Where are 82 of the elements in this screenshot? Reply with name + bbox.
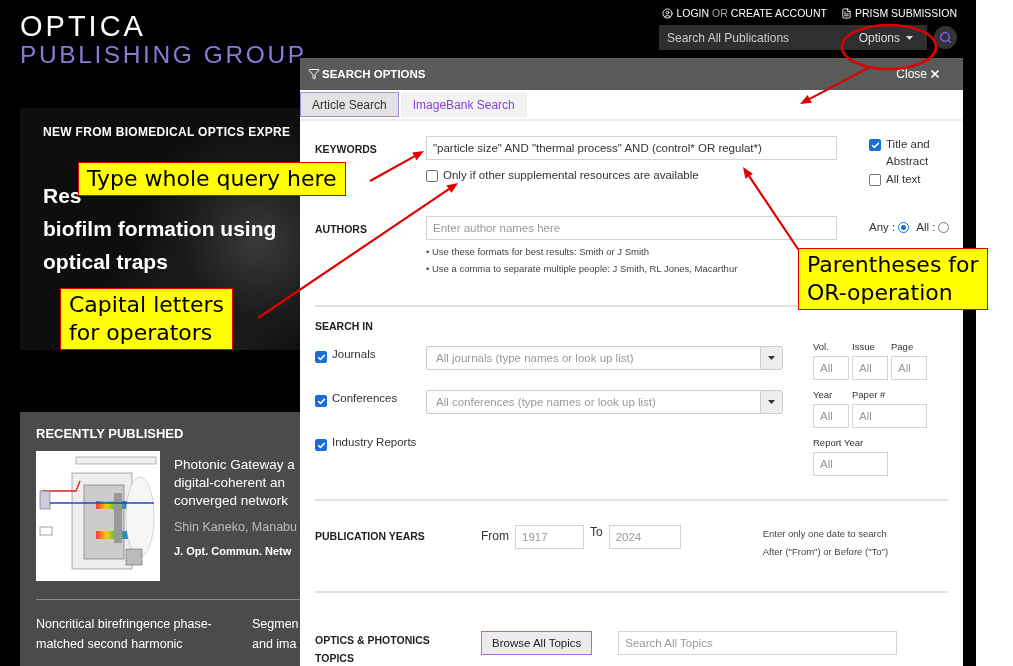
checkbox[interactable]	[869, 139, 881, 151]
year-field[interactable]: 1917	[515, 525, 584, 549]
field-label: Year	[813, 389, 833, 400]
field-label: Report Year	[813, 437, 864, 448]
checkbox-label: Title and Abstract	[886, 137, 931, 169]
source-select[interactable]: All conferences (type names or look up list)	[426, 390, 760, 414]
hint-text: Enter only one date to search	[762, 527, 887, 541]
year-field[interactable]: 2024	[608, 525, 681, 549]
section-label: OPTICS & PHOTONICS TOPICS	[315, 633, 431, 666]
callout: Parentheses for OR-operation	[798, 248, 988, 310]
radio-label: Any :	[869, 221, 896, 233]
article-title[interactable]: matched second harmonic	[36, 634, 183, 654]
callout: Type whole query here	[78, 162, 346, 196]
section-label: PUBLICATION YEARS	[315, 529, 426, 544]
banner-headline: optical traps	[43, 249, 168, 275]
citation-field[interactable]: All	[852, 356, 888, 380]
field-label: Vol.	[813, 341, 829, 352]
authors-field[interactable]: Enter author names here	[426, 216, 837, 240]
tab[interactable]: ImageBank Search	[400, 92, 527, 117]
logo-tagline: PUBLISHING GROUP	[20, 40, 307, 70]
arrow	[800, 67, 869, 104]
citation-field[interactable]: All	[813, 452, 888, 476]
login-link[interactable]: LOGIN OR CREATE ACCOUNT	[662, 7, 827, 19]
callout: Capital letters for operators	[60, 288, 234, 350]
section-heading: RECENTLY PUBLISHED	[36, 426, 184, 441]
checkbox-label: Only if other supplemental resources are available	[443, 168, 699, 183]
article-title[interactable]: Noncritical birefringence phase-	[36, 614, 212, 634]
article-title[interactable]: Photonic Gateway a	[174, 456, 295, 474]
field-label: From	[481, 529, 509, 543]
section-label: SEARCH IN	[315, 319, 373, 332]
caret-icon	[768, 400, 775, 404]
caret-icon	[768, 356, 775, 360]
field-label: To	[590, 525, 603, 539]
search-icon	[939, 31, 952, 44]
tab[interactable]: Article Search	[300, 92, 399, 117]
hint-text: After ("From") or Before ("To")	[762, 545, 889, 559]
checkbox[interactable]	[315, 439, 327, 451]
keywords-field[interactable]: "particle size" AND "thermal process" AND (control* OR regulat*)	[426, 136, 837, 160]
checkbox-label: Conferences	[332, 392, 398, 406]
checkbox-label: All text	[886, 172, 921, 187]
checkbox[interactable]	[315, 351, 327, 363]
field-label: AUTHORS	[315, 222, 367, 237]
dropdown-button[interactable]	[760, 390, 783, 414]
caret-icon	[906, 35, 913, 40]
article-title[interactable]: digital-coherent an	[174, 474, 286, 492]
checkbox-label: Journals	[332, 348, 376, 362]
citation-field[interactable]: All	[813, 356, 849, 380]
checkbox-label: Industry Reports	[332, 436, 417, 450]
logo-wordmark[interactable]: OPTICA	[20, 12, 146, 40]
document-icon	[840, 7, 852, 19]
close-icon	[929, 68, 941, 80]
checkbox[interactable]	[869, 174, 881, 186]
dropdown-button[interactable]	[760, 346, 783, 370]
checkbox[interactable]	[426, 170, 438, 182]
search-button[interactable]	[934, 26, 957, 49]
hint-text: • Use these formats for best results: Smith or J Smith	[426, 245, 649, 259]
submission-link[interactable]: PRISM SUBMISSION	[840, 7, 957, 19]
search-field[interactable]: Search All Publications Options	[659, 25, 927, 50]
article-journal: J. Opt. Commun. Netw	[174, 545, 292, 557]
article-authors: Shin Kaneko, Manabu	[174, 520, 297, 534]
topics-search-field[interactable]: Search All Topics	[618, 631, 898, 655]
user-icon	[662, 7, 674, 19]
banner-kicker: NEW FROM BIOMEDICAL OPTICS EXPRE	[43, 125, 291, 139]
citation-field[interactable]: All	[813, 404, 849, 428]
radio-label: All :	[916, 221, 936, 233]
article-title[interactable]: Segmen	[252, 614, 299, 634]
checkbox[interactable]	[315, 395, 327, 407]
citation-field[interactable]: All	[891, 356, 927, 380]
hint-text: • Use a comma to separate multiple people: J Smith, RL Jones, Macarthur	[426, 262, 738, 276]
close-button[interactable]: Close	[896, 67, 941, 81]
banner-headline: biofilm formation using	[43, 216, 277, 242]
citation-field[interactable]: All	[852, 404, 927, 428]
field-label: Paper #	[852, 389, 886, 400]
article-title[interactable]: and ima	[252, 634, 297, 654]
source-select[interactable]: All journals (type names or look up list)	[426, 346, 760, 370]
options-button[interactable]: Options	[844, 25, 927, 50]
field-label: Page	[891, 341, 914, 352]
panel-title: SEARCH OPTIONS	[322, 68, 426, 80]
filter-icon	[308, 68, 320, 80]
article-title[interactable]: converged network	[174, 492, 289, 510]
field-label: Issue	[852, 341, 875, 352]
browse-topics-button[interactable]: Browse All Topics	[481, 631, 593, 655]
